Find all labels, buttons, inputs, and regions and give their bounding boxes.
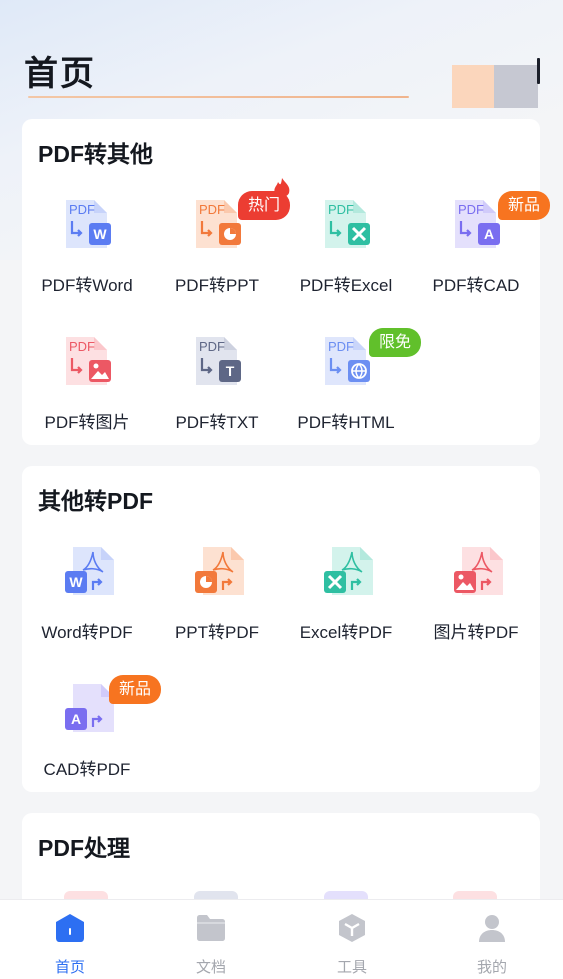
toolbox-icon [339,914,365,942]
pdf-to-word-icon: PDF W [66,200,111,248]
svg-text:A: A [71,711,81,727]
tool-excel-to-pdf[interactable]: Excel转PDF [281,544,411,664]
svg-text:PDF: PDF [69,339,95,354]
title-underline [28,96,409,98]
section-title: PDF处理 [38,835,130,861]
section-title: 其他转PDF [38,488,153,514]
flame-icon [274,178,290,198]
nav-tools[interactable]: 工具 [282,900,422,979]
badge-new: 新品 [109,675,162,704]
header-edge-mark [537,58,540,84]
folder-icon [197,915,225,941]
tool-label: CAD转PDF [43,760,131,779]
tool-pdf-to-excel[interactable]: PDF PDF转Excel [281,197,411,317]
image-to-pdf-icon [454,547,503,595]
tool-label: PDF转Excel [299,276,393,295]
tool-label: PDF转Word [41,276,133,295]
excel-to-pdf-icon [324,547,373,595]
tool-pdf-to-ppt[interactable]: PDF 热门 PDF转PPT [152,178,291,317]
home-icon [56,914,84,942]
svg-text:PDF: PDF [458,202,484,217]
svg-text:PDF: PDF [199,339,225,354]
tool-label: PDF转CAD [432,276,520,295]
tool-label: PDF转图片 [44,413,130,432]
tool-label: PDF转PPT [174,276,260,295]
svg-text:PDF: PDF [69,202,95,217]
svg-text:PDF: PDF [199,202,225,217]
ppt-to-pdf-icon [195,547,244,595]
svg-text:PDF: PDF [328,202,354,217]
tool-image-to-pdf[interactable]: 图片转PDF [411,544,541,664]
nav-home[interactable]: 首页 [0,900,140,979]
nav-label: 工具 [336,959,367,976]
header: 首页 [0,0,563,110]
tool-pdf-to-cad[interactable]: PDF A 新品 PDF转CAD [411,191,551,317]
section-other-to-pdf: 其他转PDF W Word转PDF PPT转PDF Excel转PDF 图片转P… [22,466,540,792]
pdf-to-image-icon: PDF [66,337,111,385]
tool-word-to-pdf[interactable]: W Word转PDF [22,544,152,664]
nav-label: 文档 [195,959,226,976]
badge-free: 限免 [369,328,422,357]
section-title: PDF转其他 [38,141,153,167]
tool-label: PDF转HTML [297,413,395,432]
nav-profile[interactable]: 我的 [422,900,562,979]
svg-text:W: W [93,226,107,242]
pdf-to-txt-icon: PDF T [196,337,241,385]
svg-text:PDF: PDF [328,339,354,354]
avatar[interactable] [452,65,494,108]
pdf-to-cad-icon: PDF A [455,200,500,248]
badge-new: 新品 [498,191,551,220]
svg-text:A: A [484,226,494,242]
tool-pdf-to-txt[interactable]: PDF T PDF转TXT [152,334,282,454]
tool-ppt-to-pdf[interactable]: PPT转PDF [152,544,282,664]
tool-label: PDF转TXT [175,413,259,432]
tool-cad-to-pdf[interactable]: A 新品 CAD转PDF [22,675,162,801]
tool-label: Excel转PDF [299,623,393,642]
bottom-nav: 首页 文档 工具 我的 [0,899,563,979]
tool-label: 图片转PDF [433,623,519,642]
svg-text:W: W [69,574,83,590]
nav-label: 首页 [54,959,85,976]
tool-label: PPT转PDF [174,623,260,642]
cad-to-pdf-icon: A [65,684,114,732]
tool-pdf-to-html[interactable]: PDF 限免 PDF转HTML [281,328,422,454]
pdf-to-excel-icon: PDF [325,200,370,248]
user-icon [479,915,505,942]
page-title: 首页 [24,55,96,93]
avatar-secondary[interactable] [494,65,538,108]
tool-pdf-to-word[interactable]: PDF W PDF转Word [22,197,152,317]
nav-label: 我的 [476,959,507,976]
tool-label: Word转PDF [41,623,133,642]
nav-documents[interactable]: 文档 [141,900,281,979]
word-to-pdf-icon: W [65,547,114,595]
pdf-to-html-icon: PDF [325,337,370,385]
section-pdf-to-other: PDF转其他 PDF W PDF转Word PDF 热门 PDF转PPT PDF… [22,119,551,445]
tool-pdf-to-image[interactable]: PDF PDF转图片 [22,334,152,454]
svg-text:T: T [226,363,235,379]
